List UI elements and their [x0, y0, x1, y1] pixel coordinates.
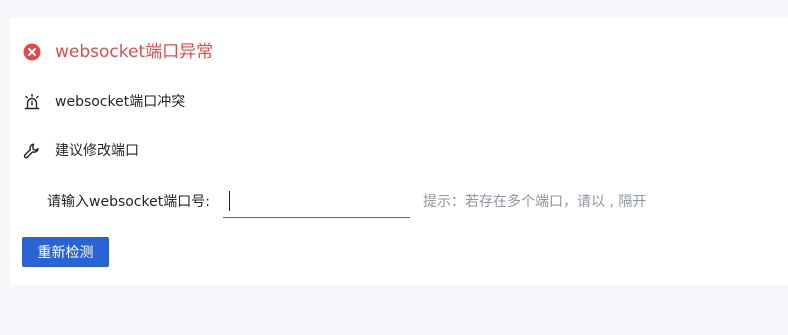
- error-title: websocket端口异常: [55, 42, 214, 62]
- text-cursor: [229, 191, 230, 211]
- close-circle-icon: [22, 42, 42, 62]
- port-input-label: 请输入websocket端口号:: [47, 194, 210, 210]
- alarm-light-icon: [22, 92, 42, 112]
- conflict-row: websocket端口冲突: [22, 92, 185, 112]
- wrench-icon: [22, 141, 42, 161]
- conflict-text: websocket端口冲突: [55, 94, 186, 110]
- port-input-wrapper: [223, 188, 410, 218]
- error-status-row: websocket端口异常: [22, 41, 213, 63]
- recheck-button[interactable]: 重新检测: [22, 237, 109, 267]
- port-error-panel: websocket端口异常 websocket端口冲突 建议修改端口 请输入we…: [10, 18, 788, 285]
- suggestion-text: 建议修改端口: [55, 143, 139, 159]
- port-input[interactable]: [223, 188, 410, 218]
- port-input-hint: 提示：若存在多个端口，请以 , 隔开: [423, 194, 647, 210]
- port-input-row: 请输入websocket端口号: 提示：若存在多个端口，请以 , 隔开: [47, 186, 646, 218]
- suggestion-row: 建议修改端口: [22, 141, 139, 161]
